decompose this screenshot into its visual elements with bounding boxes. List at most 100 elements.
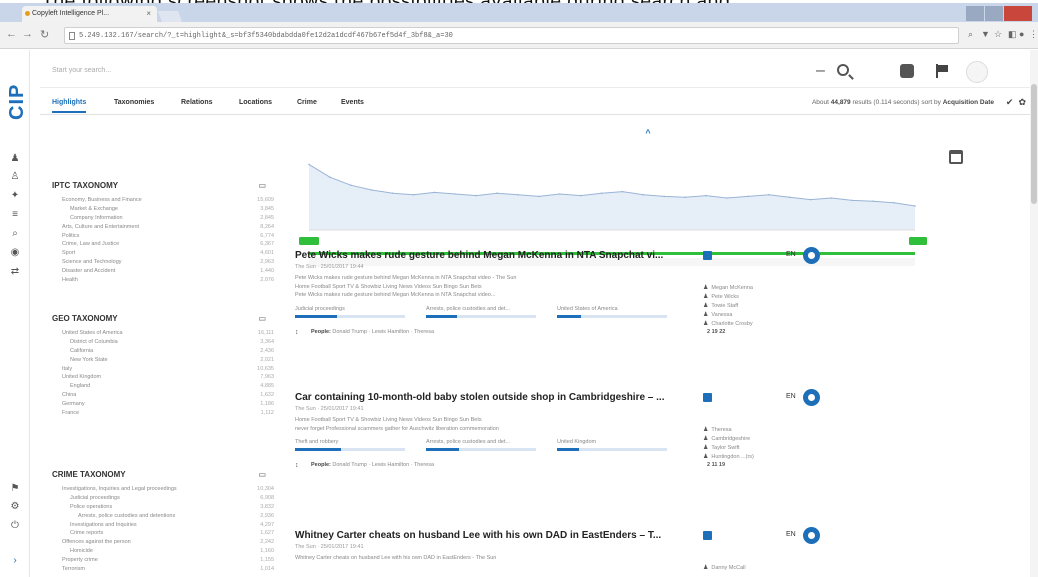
taxonomy-item[interactable]: Sport 4,601	[52, 250, 274, 259]
tab-events[interactable]: Events	[341, 99, 364, 106]
tab-locations[interactable]: Locations	[239, 99, 272, 106]
entity-item[interactable]: ♟ Charlotte Crosby	[703, 320, 753, 327]
taxonomy-item[interactable]: Offences against the person 2,242	[52, 539, 274, 548]
category-item[interactable]: Arrests, police custodies and det...	[426, 306, 536, 318]
entity-item[interactable]: ♟ Huntingdon ...(rs)	[703, 453, 754, 460]
profile-icon[interactable]: ●	[1019, 29, 1024, 39]
search-icon[interactable]	[837, 64, 849, 76]
taxonomy-item[interactable]: Crime reports 1,627	[52, 530, 274, 539]
taxonomy-item[interactable]: United States of America 16,111	[52, 330, 274, 339]
expand-icon[interactable]: ↕	[295, 329, 299, 336]
list-icon[interactable]: ≡	[8, 208, 22, 222]
taxonomy-item[interactable]: Homicide 1,160	[52, 548, 274, 557]
extension-icon[interactable]: ▼	[981, 29, 990, 39]
language-icon[interactable]	[803, 247, 820, 264]
user-icon[interactable]: ♙	[8, 170, 22, 184]
taxonomy-item[interactable]: Market & Exchange 3,845	[52, 206, 274, 215]
category-item[interactable]: Arrests, police custodies and det...	[426, 439, 536, 451]
check-icon[interactable]: ✔	[1006, 97, 1014, 107]
taxonomy-item[interactable]: Health 2,076	[52, 277, 274, 286]
tab-crime[interactable]: Crime	[297, 99, 317, 106]
new-tab-button[interactable]	[157, 11, 183, 22]
comment-icon[interactable]: ▭	[258, 181, 266, 190]
taxonomy-item[interactable]: China 1,632	[52, 392, 274, 401]
taxonomy-item[interactable]: United Kingdom 7,963	[52, 374, 274, 383]
globe-icon[interactable]: ◉	[8, 246, 22, 260]
avatar[interactable]	[966, 61, 988, 83]
taxonomy-item[interactable]: England 4,885	[52, 383, 274, 392]
taxonomy-item[interactable]: Arrests, police custodies and detentions…	[52, 513, 274, 522]
taxonomy-item[interactable]: Politics 6,774	[52, 233, 274, 242]
tab-highlights[interactable]: Highlights	[52, 99, 87, 113]
browser-tab[interactable]: Copyleft Intelligence Pl... ×	[22, 6, 157, 22]
language-icon[interactable]	[803, 389, 820, 406]
tab-relations[interactable]: Relations	[181, 99, 213, 106]
bookmark-star-icon[interactable]: ☆	[994, 29, 1002, 40]
scrollbar-thumb[interactable]	[1031, 84, 1037, 204]
taxonomy-item[interactable]: California 2,436	[52, 348, 274, 357]
taxonomy-item[interactable]: Crime, Law and Justice 6,367	[52, 241, 274, 250]
comment-icon[interactable]: ▭	[258, 314, 266, 323]
satellite-icon[interactable]: ✦	[8, 189, 22, 203]
taxonomy-item[interactable]: Economy, Business and Finance 15,609	[52, 197, 274, 206]
minus-icon[interactable]: –	[816, 62, 825, 80]
range-start-handle[interactable]	[299, 237, 319, 245]
gear-icon[interactable]: ✿	[1018, 97, 1026, 107]
share-icon[interactable]: ⇄	[8, 265, 22, 279]
comment-icon[interactable]: ▭	[258, 470, 266, 479]
entity-item[interactable]: ♟ Pete Wicks	[703, 293, 739, 300]
entity-item[interactable]: ♟ Danny McCall	[703, 564, 746, 571]
taxonomy-item[interactable]: Company Information 2,845	[52, 215, 274, 224]
person-icon[interactable]: ♟	[8, 152, 22, 166]
back-icon[interactable]: ←	[6, 28, 17, 40]
power-icon[interactable]: ⏻	[8, 519, 22, 533]
taxonomy-item[interactable]: Arts, Culture and Entertainment 8,264	[52, 224, 274, 233]
taxonomy-item[interactable]: Italy 10,635	[52, 366, 274, 375]
taxonomy-item[interactable]: France 1,112	[52, 410, 274, 419]
close-window-button[interactable]	[1004, 6, 1032, 21]
taxonomy-item[interactable]: Terrorism 1,014	[52, 566, 274, 575]
database-icon[interactable]	[900, 64, 914, 78]
people-list[interactable]: Donald Trump · Lewis Hamilton · Theresa	[332, 462, 434, 468]
expand-icon[interactable]: ↕	[295, 462, 299, 469]
collapse-chart-icon[interactable]: ^	[630, 128, 666, 142]
category-item[interactable]: Judicial proceedings	[295, 306, 405, 318]
category-item[interactable]: United States of America	[557, 306, 667, 318]
forward-icon[interactable]: →	[22, 28, 33, 40]
taxonomy-item[interactable]: Judicial proceedings 6,908	[52, 495, 274, 504]
address-bar[interactable]: 5.249.132.167/search/?_t=highlight&_s=bf…	[64, 27, 959, 44]
entity-item[interactable]: ♟ Cambridgeshire	[703, 435, 750, 442]
settings-icon[interactable]: ⚙	[8, 500, 22, 514]
taxonomy-item[interactable]: Investigations, Inquiries and Legal proc…	[52, 486, 274, 495]
entity-item[interactable]: ♟ Vanessa	[703, 311, 732, 318]
language-icon[interactable]	[803, 527, 820, 544]
search-icon[interactable]: ⌕	[8, 227, 22, 241]
article-title[interactable]: Car containing 10-month-old baby stolen …	[295, 392, 1025, 403]
expand-chevron-icon[interactable]: ›	[8, 554, 22, 568]
taxonomy-item[interactable]: Germany 1,186	[52, 401, 274, 410]
taxonomy-item[interactable]: Police operations 3,832	[52, 504, 274, 513]
calendar-icon[interactable]	[949, 150, 963, 164]
menu-icon[interactable]: ⋮	[1029, 29, 1038, 40]
tab-taxonomies[interactable]: Taxonomies	[114, 99, 154, 106]
entity-item[interactable]: ♟ Megan McKenna	[703, 284, 753, 291]
search-input[interactable]: Start your search...	[52, 67, 111, 74]
range-end-handle[interactable]	[909, 237, 927, 245]
taxonomy-item[interactable]: District of Columbia 3,364	[52, 339, 274, 348]
taxonomy-item[interactable]: Investigations and Inquiries 4,297	[52, 522, 274, 531]
category-item[interactable]: Theft and robbery	[295, 439, 405, 451]
edit-icon[interactable]	[703, 251, 712, 260]
minimize-button[interactable]	[966, 6, 984, 21]
flag-icon[interactable]: ⚑	[8, 482, 22, 496]
people-list[interactable]: Donald Trump · Lewis Hamilton · Theresa	[332, 329, 434, 335]
article-title[interactable]: Whitney Carter cheats on husband Lee wit…	[295, 530, 1025, 541]
reload-icon[interactable]: ↻	[40, 28, 49, 41]
search-icon[interactable]: ⌕	[968, 29, 973, 40]
maximize-button[interactable]	[985, 6, 1003, 21]
flag-icon[interactable]	[936, 64, 950, 78]
taxonomy-item[interactable]: Disaster and Accident 1,440	[52, 268, 274, 277]
edit-icon[interactable]	[703, 393, 712, 402]
sort-select[interactable]: Acquisition Date	[943, 99, 994, 106]
taxonomy-item[interactable]: Property crime 1,155	[52, 557, 274, 566]
close-tab-icon[interactable]: ×	[146, 9, 151, 18]
